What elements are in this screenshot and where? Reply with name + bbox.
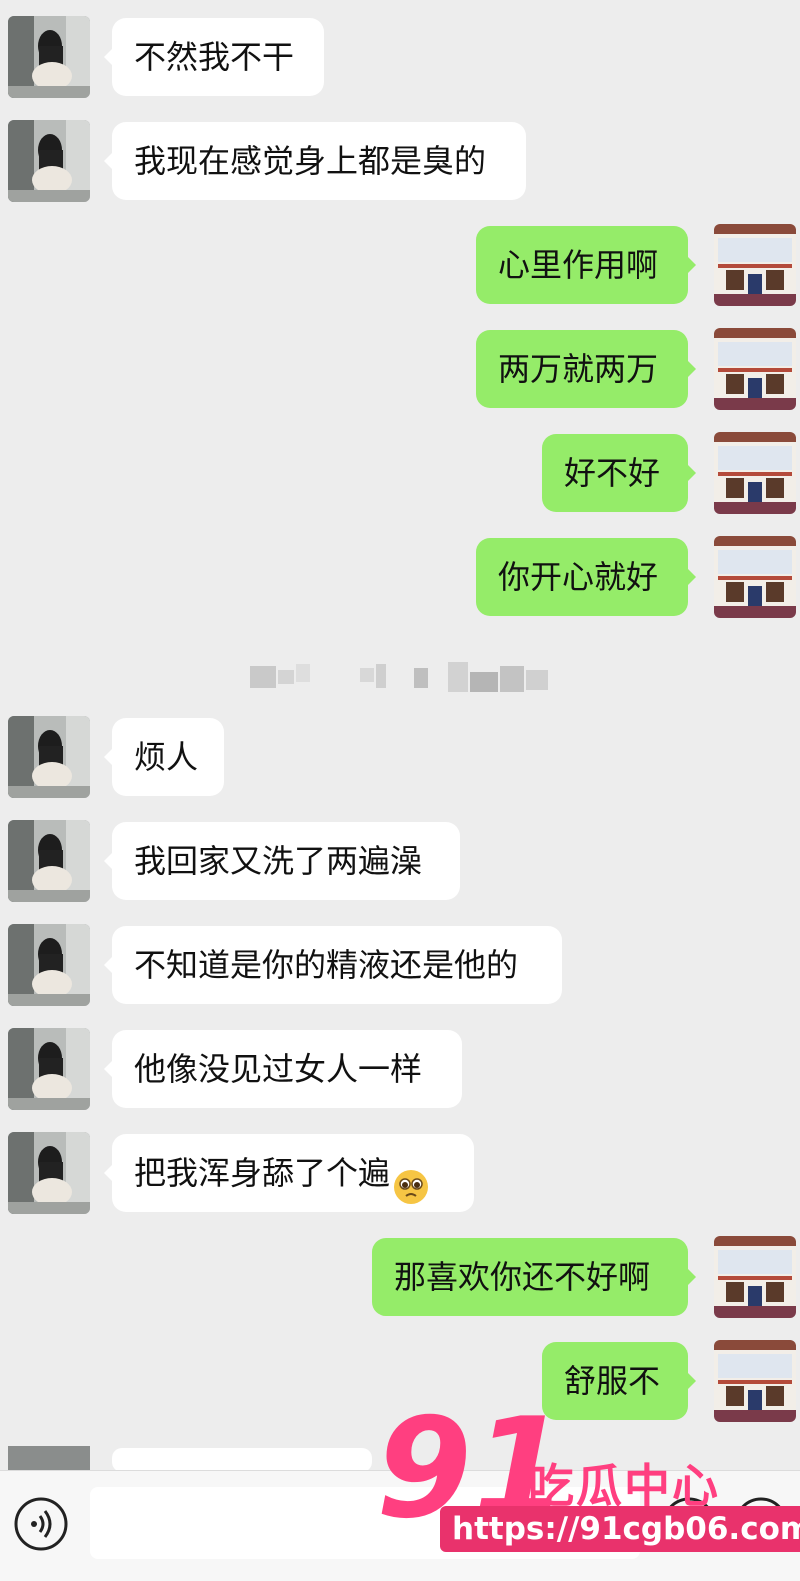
- message-text: 不知道是你的精液还是他的: [134, 946, 519, 984]
- contact-avatar[interactable]: [8, 820, 90, 902]
- blurred-timestamp: [248, 658, 568, 696]
- my-avatar[interactable]: [714, 328, 796, 410]
- message-row: 把我浑身舔了个遍: [0, 1126, 800, 1218]
- received-message-bubble[interactable]: 我回家又洗了两遍澡: [104, 822, 460, 900]
- message-row: 我回家又洗了两遍澡: [0, 814, 800, 906]
- contact-avatar[interactable]: [8, 120, 90, 202]
- message-text: 烦人: [134, 738, 199, 776]
- received-message-bubble[interactable]: 不然我不干: [104, 18, 324, 96]
- message-row: 烦人: [0, 710, 800, 802]
- contact-avatar[interactable]: [8, 924, 90, 1006]
- message-row: 我现在感觉身上都是臭的: [0, 114, 800, 206]
- voice-icon[interactable]: [12, 1495, 70, 1553]
- message-text: 心里作用啊: [498, 246, 659, 284]
- pleading-face-emoji: [392, 1156, 430, 1204]
- message-text: 把我浑身舔了个遍: [134, 1154, 391, 1192]
- message-text: 你开心就好: [498, 558, 659, 596]
- my-avatar[interactable]: [714, 224, 796, 306]
- contact-avatar[interactable]: [8, 16, 90, 98]
- message-text: 舒服不: [564, 1362, 661, 1400]
- message-row: 他像没见过女人一样: [0, 1022, 800, 1114]
- message-text: 好不好: [564, 454, 661, 492]
- message-text: 他像没见过女人一样: [134, 1050, 423, 1088]
- sent-message-bubble[interactable]: 心里作用啊: [476, 226, 696, 304]
- message-text: 两万就两万: [498, 350, 659, 388]
- sent-message-bubble[interactable]: 你开心就好: [476, 538, 696, 616]
- received-message-bubble[interactable]: 不知道是你的精液还是他的: [104, 926, 562, 1004]
- received-message-bubble[interactable]: 烦人: [104, 718, 224, 796]
- sent-message-bubble[interactable]: 好不好: [542, 434, 696, 512]
- received-message-bubble[interactable]: 把我浑身舔了个遍: [104, 1134, 474, 1212]
- message-row: 不知道是你的精液还是他的: [0, 918, 800, 1010]
- message-row: 好不好: [0, 426, 800, 518]
- sent-message-bubble[interactable]: 两万就两万: [476, 330, 696, 408]
- my-avatar[interactable]: [714, 1236, 796, 1318]
- message-row: 不然我不干: [0, 10, 800, 102]
- site-watermark: 91 吃瓜中心 https://91cgb06.com: [372, 1398, 800, 1578]
- message-text: 那喜欢你还不好啊: [394, 1258, 651, 1296]
- my-avatar[interactable]: [714, 432, 796, 514]
- received-message-bubble[interactable]: 他像没见过女人一样: [104, 1030, 462, 1108]
- message-row: 心里作用啊: [0, 218, 800, 310]
- received-message-bubble[interactable]: 我现在感觉身上都是臭的: [104, 122, 526, 200]
- sent-message-bubble[interactable]: 那喜欢你还不好啊: [372, 1238, 696, 1316]
- watermark-url: https://91cgb06.com: [440, 1506, 800, 1552]
- message-row: 你开心就好: [0, 530, 800, 622]
- contact-avatar[interactable]: [8, 716, 90, 798]
- message-row: 那喜欢你还不好啊: [0, 1230, 800, 1322]
- message-row: 两万就两万: [0, 322, 800, 414]
- contact-avatar[interactable]: [8, 1132, 90, 1214]
- contact-avatar[interactable]: [8, 1028, 90, 1110]
- message-text: 我现在感觉身上都是臭的: [134, 142, 487, 180]
- message-text: 不然我不干: [134, 38, 295, 76]
- my-avatar[interactable]: [714, 536, 796, 618]
- message-text: 我回家又洗了两遍澡: [134, 842, 423, 880]
